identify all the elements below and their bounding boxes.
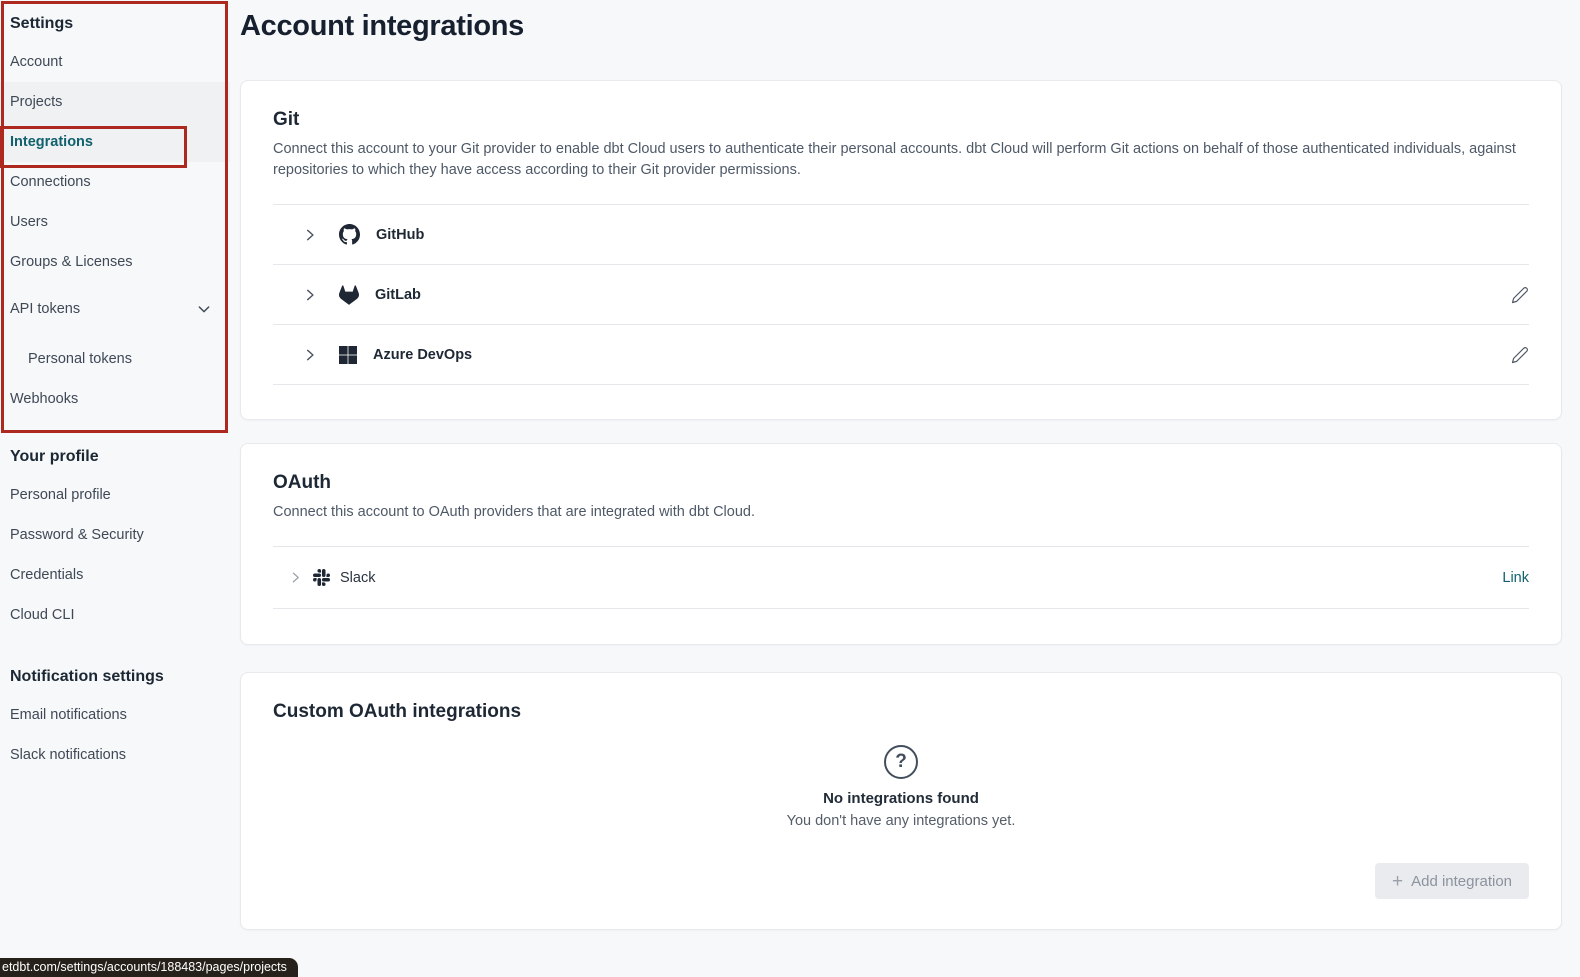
- integration-name: Slack: [340, 570, 375, 586]
- sidebar-section-your-profile: Your profile Personal profile Password &…: [0, 433, 230, 635]
- sidebar-item-label: Email notifications: [10, 707, 127, 723]
- chevron-right-icon[interactable]: [303, 288, 317, 302]
- chevron-right-icon[interactable]: [289, 571, 302, 584]
- sidebar-item-label: API tokens: [10, 301, 80, 317]
- sidebar-header-your-profile: Your profile: [0, 433, 230, 475]
- sidebar-item-label: Connections: [10, 174, 91, 190]
- custom-oauth-heading: Custom OAuth integrations: [273, 701, 1529, 723]
- settings-sidebar: Settings Account Projects Integrations C…: [0, 0, 230, 977]
- oauth-section-card: OAuth Connect this account to OAuth prov…: [240, 443, 1562, 645]
- plus-icon: +: [1392, 872, 1403, 891]
- sidebar-item-api-tokens[interactable]: API tokens: [0, 289, 230, 329]
- integration-row-slack[interactable]: Slack Link: [273, 547, 1529, 609]
- main-content: Account integrations Git Connect this ac…: [240, 0, 1562, 43]
- empty-state-title: No integrations found: [273, 790, 1529, 807]
- sidebar-item-cloud-cli[interactable]: Cloud CLI: [0, 595, 230, 635]
- sidebar-item-label: Groups & Licenses: [10, 254, 133, 270]
- github-icon: [339, 224, 360, 245]
- git-section-card: Git Connect this account to your Git pro…: [240, 80, 1562, 420]
- chevron-right-icon[interactable]: [303, 348, 317, 362]
- sidebar-item-groups-licenses[interactable]: Groups & Licenses: [0, 242, 230, 282]
- sidebar-item-personal-tokens[interactable]: Personal tokens: [0, 339, 230, 379]
- pencil-icon[interactable]: [1511, 286, 1529, 304]
- question-circle-icon: ?: [884, 745, 918, 779]
- sidebar-item-label: Slack notifications: [10, 747, 126, 763]
- sidebar-item-label: Projects: [10, 94, 62, 110]
- sidebar-item-label: Personal tokens: [28, 351, 132, 367]
- sidebar-item-label: Password & Security: [10, 527, 144, 543]
- integration-row-azure-devops[interactable]: Azure DevOps: [273, 325, 1529, 385]
- status-url-text: etdbt.com/settings/accounts/188483/pages…: [2, 960, 287, 974]
- chevron-down-icon[interactable]: [196, 301, 212, 317]
- integration-name: GitLab: [375, 287, 421, 303]
- sidebar-item-label: Users: [10, 214, 48, 230]
- gitlab-icon: [339, 285, 359, 305]
- add-integration-label: Add integration: [1411, 873, 1512, 890]
- pencil-icon[interactable]: [1511, 346, 1529, 364]
- git-provider-list: GitHub GitLab: [273, 204, 1529, 385]
- sidebar-item-slack-notifications[interactable]: Slack notifications: [0, 735, 230, 775]
- git-section-heading: Git: [273, 109, 1529, 131]
- sidebar-header-settings: Settings: [0, 0, 230, 42]
- sidebar-item-personal-profile[interactable]: Personal profile: [0, 475, 230, 515]
- integration-name: Azure DevOps: [373, 347, 472, 363]
- sidebar-item-users[interactable]: Users: [0, 202, 230, 242]
- sidebar-item-label: Cloud CLI: [10, 607, 74, 623]
- sidebar-item-label: Webhooks: [10, 391, 78, 407]
- sidebar-item-label: Integrations: [10, 134, 93, 150]
- page-title: Account integrations: [240, 10, 1562, 43]
- sidebar-item-email-notifications[interactable]: Email notifications: [0, 695, 230, 735]
- add-integration-button[interactable]: + Add integration: [1375, 863, 1529, 899]
- sidebar-header-notification-settings: Notification settings: [0, 653, 230, 695]
- sidebar-item-connections[interactable]: Connections: [0, 162, 230, 202]
- sidebar-item-credentials[interactable]: Credentials: [0, 555, 230, 595]
- sidebar-item-webhooks[interactable]: Webhooks: [0, 379, 230, 419]
- sidebar-item-integrations[interactable]: Integrations: [0, 122, 230, 162]
- sidebar-item-label: Account: [10, 54, 62, 70]
- oauth-section-heading: OAuth: [273, 472, 1529, 494]
- sidebar-item-projects[interactable]: Projects: [0, 82, 230, 122]
- oauth-section-description: Connect this account to OAuth providers …: [273, 502, 1529, 523]
- slack-link-action[interactable]: Link: [1502, 570, 1529, 586]
- sidebar-item-label: Personal profile: [10, 487, 111, 503]
- empty-state: ? No integrations found You don't have a…: [273, 745, 1529, 829]
- custom-oauth-section-card: Custom OAuth integrations ? No integrati…: [240, 672, 1562, 930]
- git-section-description: Connect this account to your Git provide…: [273, 139, 1529, 181]
- oauth-provider-list: Slack Link: [273, 546, 1529, 609]
- sidebar-item-password-security[interactable]: Password & Security: [0, 515, 230, 555]
- slack-icon: [313, 569, 330, 586]
- status-url-bar: etdbt.com/settings/accounts/188483/pages…: [0, 958, 298, 977]
- integration-name: GitHub: [376, 227, 424, 243]
- azure-devops-icon: [339, 346, 357, 364]
- empty-state-subtitle: You don't have any integrations yet.: [273, 813, 1529, 829]
- sidebar-item-label: Credentials: [10, 567, 83, 583]
- sidebar-item-account[interactable]: Account: [0, 42, 230, 82]
- integration-row-gitlab[interactable]: GitLab: [273, 265, 1529, 325]
- integration-row-github[interactable]: GitHub: [273, 205, 1529, 265]
- sidebar-section-notification-settings: Notification settings Email notification…: [0, 653, 230, 775]
- chevron-right-icon[interactable]: [303, 228, 317, 242]
